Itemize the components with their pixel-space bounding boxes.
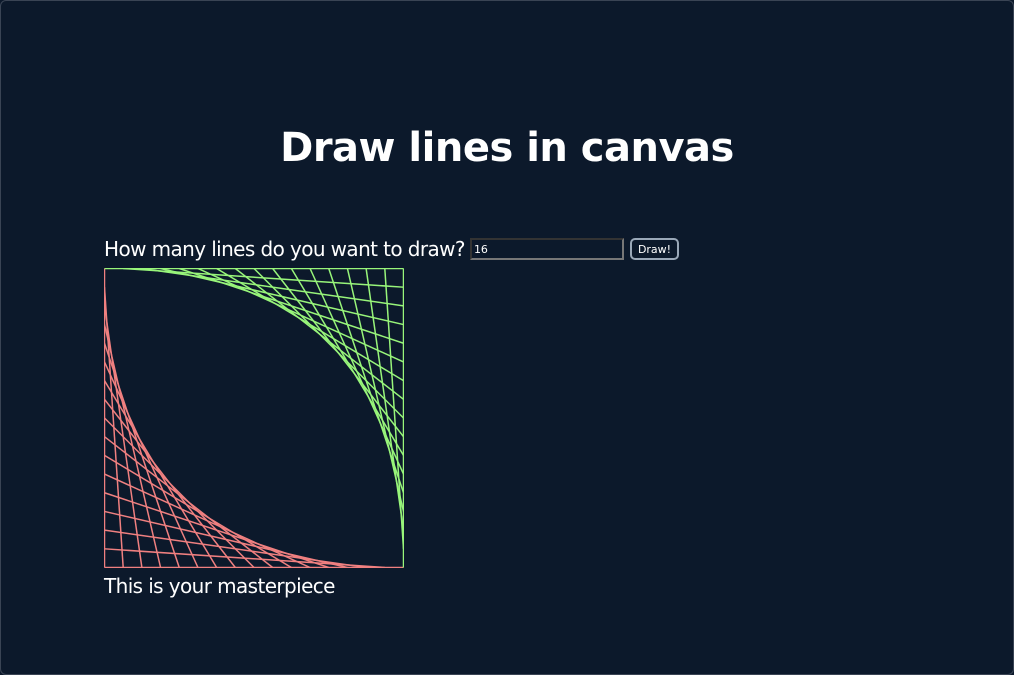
draw-button[interactable]: Draw! [629, 238, 680, 260]
line-count-input[interactable] [469, 238, 624, 260]
red-line [104, 548, 385, 568]
red-line [104, 417, 255, 568]
line-count-form: How many lines do you want to draw? Draw… [104, 237, 680, 261]
page-title: Draw lines in canvas [280, 125, 734, 171]
caption: This is your masterpiece [104, 574, 335, 598]
drawing-canvas [104, 268, 404, 568]
green-line [384, 268, 404, 549]
green-line [253, 268, 404, 419]
line-count-label: How many lines do you want to draw? [104, 237, 466, 261]
